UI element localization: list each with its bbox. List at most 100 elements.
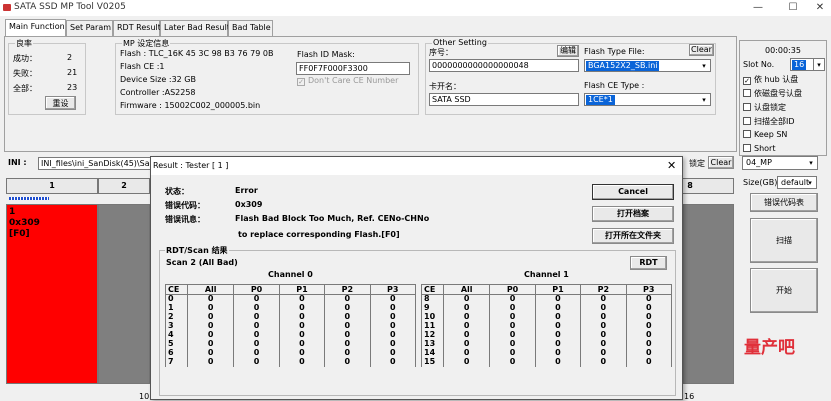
minimize-button[interactable]: — (748, 1, 768, 15)
controller-info: Controller :AS2258 (120, 88, 196, 97)
slot-1-header[interactable]: 1 (6, 178, 98, 194)
table-cell: 0 (625, 357, 673, 367)
card-name-input[interactable]: SATA SSD (429, 93, 579, 106)
flash-type-value: BGA152X2_SB.ini (586, 61, 660, 71)
flash-type-select[interactable]: BGA152X2_SB.ini ▾ (584, 59, 711, 72)
open-folder-button[interactable]: 打开所在文件夹 (592, 228, 674, 244)
option-lock-label: 认盘锁定 (754, 103, 786, 112)
app-icon (3, 4, 11, 11)
dialog-close-button[interactable]: ✕ (667, 159, 676, 172)
fail-count: 21 (67, 68, 78, 77)
error-codes-button[interactable]: 错误代码表 (750, 193, 818, 212)
dont-care-ce-checkbox[interactable]: ✓ Don't Care CE Number (297, 76, 398, 86)
table-cell: 15 (421, 357, 444, 367)
col-header: P1 (534, 284, 582, 295)
table-cell: 0 (489, 357, 536, 367)
reset-button[interactable]: 重设 (45, 96, 76, 110)
cancel-button[interactable]: Cancel (592, 184, 674, 200)
col-header: CE (165, 284, 188, 295)
option-scan-all-id-label: 扫描全部ID (754, 117, 795, 126)
size-select[interactable]: default ▾ (777, 176, 817, 189)
slot-1-code: 0x309 (9, 218, 40, 228)
table-cell: 0 (324, 357, 371, 367)
device-size-info: Device Size :32 GB (120, 75, 196, 84)
col-header: P0 (233, 284, 280, 295)
option-disk-number-label: 依磁盘号认盘 (754, 89, 802, 98)
flash-id-mask-input[interactable]: FF0F7F000F3300 (296, 62, 410, 75)
title-bar: SATA SSD MP Tool V0205 — ☐ ✕ (0, 0, 831, 16)
yield-group: 良率 成功： 2 失败： 21 全部： 23 重设 (8, 38, 86, 115)
flash-ce-info: Flash CE :1 (120, 62, 165, 71)
slot-no-value: 16 (792, 60, 807, 70)
option-short[interactable]: Short (743, 144, 775, 153)
col-header: P3 (369, 284, 417, 295)
option-scan-all-id[interactable]: 扫描全部ID (743, 116, 795, 127)
checkbox-icon (743, 130, 751, 138)
start-button[interactable]: 开始 (750, 268, 818, 313)
checkbox-icon (743, 103, 751, 111)
maximize-button[interactable]: ☐ (783, 1, 803, 15)
ini-clear-button[interactable]: Clear (708, 156, 734, 169)
yield-title: 良率 (15, 38, 33, 49)
checkbox-icon (743, 117, 751, 125)
slot-2-header[interactable]: 2 (98, 178, 150, 194)
option-hub[interactable]: ✓ 依 hub 认盘 (743, 74, 798, 85)
table-cell: 0 (580, 357, 627, 367)
tab-bad-table[interactable]: Bad Table (228, 20, 273, 36)
brand-watermark: 量产吧 (744, 338, 795, 358)
elapsed-time: 00:00:35 (765, 46, 801, 55)
tab-main-function[interactable]: Main Function (5, 19, 66, 36)
tab-set-param[interactable]: Set Param (66, 20, 113, 36)
flash-ce-type-select[interactable]: 1CE*1 ▾ (584, 93, 711, 106)
open-file-button[interactable]: 打开档案 (592, 206, 674, 222)
col-header: P3 (625, 284, 673, 295)
flash-info: Flash : TLC_16K 45 3C 98 B3 76 79 0B (120, 49, 274, 58)
ini-path-input[interactable]: INI_files\ini_SanDisk(45)\SanD (38, 157, 154, 170)
tab-rdt-result[interactable]: RDT Result (113, 20, 161, 36)
rdt-scan-title: RDT/Scan 结果 (165, 245, 229, 256)
right-options-panel: 00:00:35 Slot No. 16 ▾ ✓ 依 hub 认盘 依磁盘号认盘 … (739, 40, 827, 156)
slot-1-progress (9, 197, 49, 200)
table-row: 300000 (165, 321, 417, 331)
mp-info-title: MP 设定信息 (122, 38, 171, 49)
result-dialog: Result : Tester [ 1 ] ✕ 状态： Error 错误代码： … (150, 156, 683, 400)
option-lock[interactable]: 认盘锁定 (743, 102, 786, 113)
size-label: Size(GB) (743, 178, 778, 187)
flash-type-clear-button[interactable]: Clear (689, 44, 714, 56)
table-row: 000000 (165, 294, 417, 304)
tab-later-bad-result[interactable]: Later Bad Result (160, 20, 230, 36)
slot-no-label: Slot No. (743, 60, 775, 69)
slot-no-dropdown[interactable]: ▾ (814, 58, 825, 71)
close-button[interactable]: ✕ (810, 1, 830, 15)
total-label: 全部： (13, 84, 37, 93)
scan-button[interactable]: 扫描 (750, 218, 818, 263)
mode-select[interactable]: 04_MP ▾ (742, 156, 818, 170)
col-header: P2 (580, 284, 627, 295)
slot-no-select[interactable]: 16 (790, 58, 814, 71)
option-disk-number[interactable]: 依磁盘号认盘 (743, 88, 802, 99)
channel-0-rows: 0000001000002000003000004000005000006000… (165, 294, 417, 367)
dialog-title-bar: Result : Tester [ 1 ] ✕ (151, 157, 682, 175)
slot-8-status[interactable] (683, 204, 734, 384)
table-cell: 0 (186, 357, 235, 367)
other-setting-title: Other Setting (432, 38, 488, 47)
success-count: 2 (67, 53, 73, 62)
total-count: 23 (67, 83, 78, 92)
slot-1-fw: [F0] (9, 229, 30, 239)
table-row: 15 0 0 0 0 0 (421, 357, 673, 367)
error-message-line1: Flash Bad Block Too Much, Ref. CENo-CHNo (235, 214, 430, 223)
slot-1-status[interactable]: 1 0x309 [F0] (6, 204, 98, 384)
table-cell: 0 (534, 357, 582, 367)
serial-input[interactable]: 0000000000000000048 (429, 59, 579, 72)
table-row: 500000 (165, 339, 417, 349)
col-header: P1 (278, 284, 326, 295)
slot-2-status[interactable] (98, 204, 150, 384)
chevron-down-icon: ▾ (817, 61, 821, 69)
success-label: 成功： (13, 54, 37, 63)
edit-serial-button[interactable]: 编辑 (557, 45, 579, 57)
option-keep-sn[interactable]: Keep SN (743, 130, 787, 139)
checkbox-checked-icon: ✓ (743, 77, 751, 85)
rdt-button[interactable]: RDT (630, 256, 667, 270)
lock-label: 锁定 (689, 159, 705, 168)
error-message-line2: to replace corresponding Flash.[F0] (238, 230, 400, 239)
